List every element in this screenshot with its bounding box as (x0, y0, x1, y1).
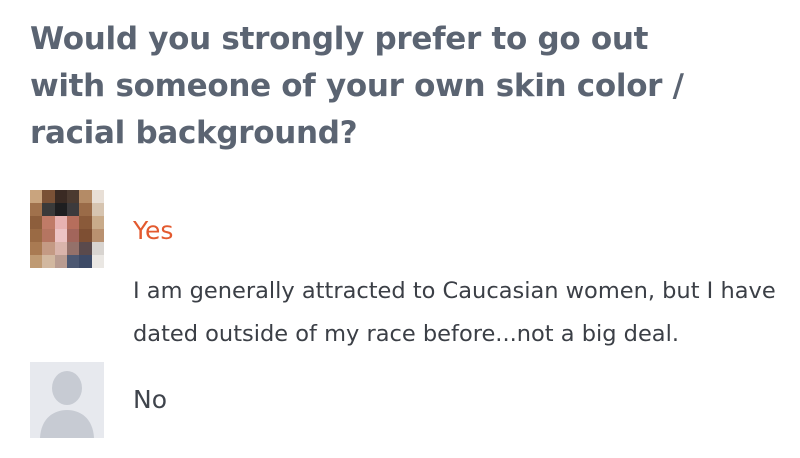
answer-label: Yes (133, 216, 174, 245)
avatar[interactable] (30, 190, 104, 268)
default-user-icon (30, 362, 104, 438)
answer-comment: I am generally attracted to Caucasian wo… (133, 278, 776, 347)
pixelated-avatar-image (30, 190, 104, 268)
question-heading: Would you strongly prefer to go out with… (30, 21, 684, 151)
answer-label: No (133, 385, 167, 414)
avatar[interactable] (30, 362, 104, 438)
